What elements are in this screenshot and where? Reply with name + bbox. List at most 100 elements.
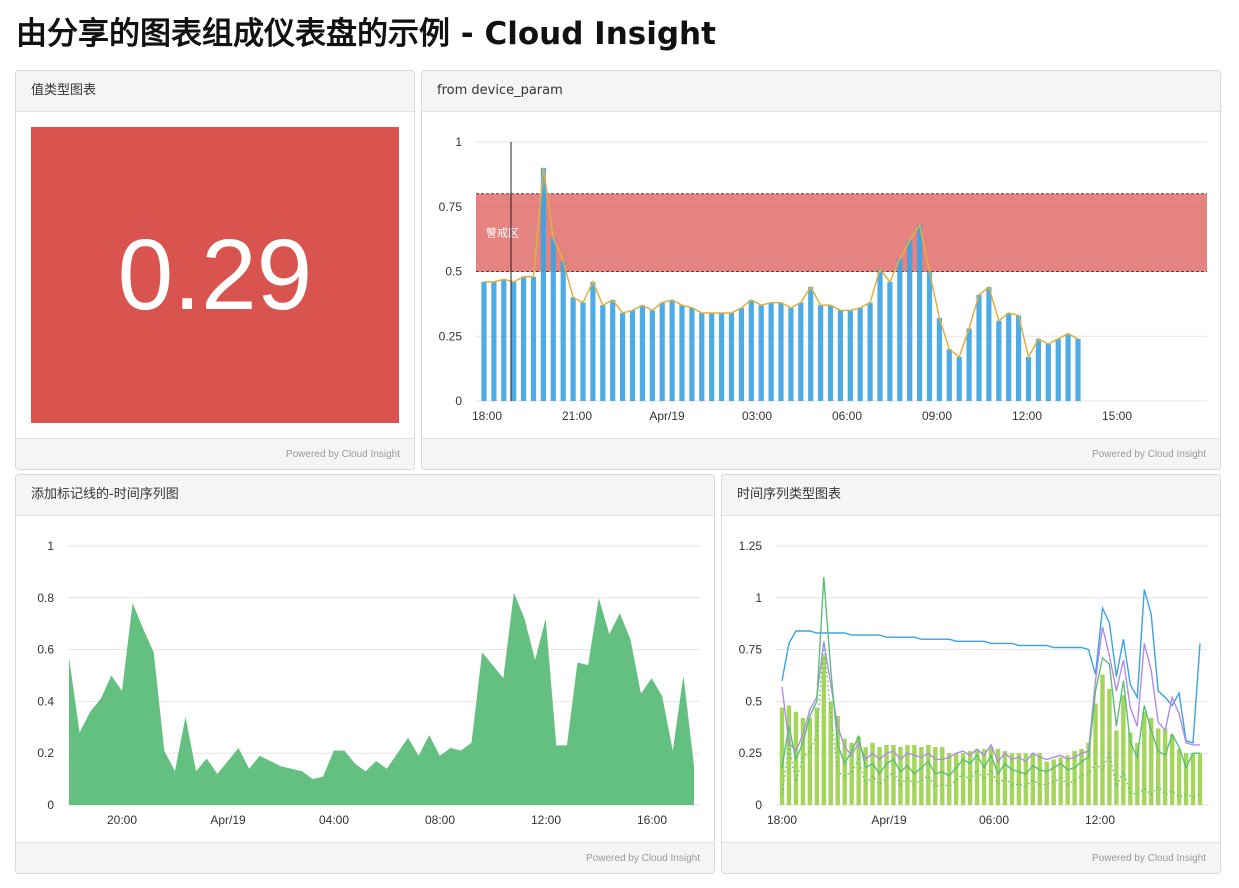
x-tick-label: 12:00 bbox=[531, 813, 561, 827]
bar bbox=[847, 310, 853, 401]
bar bbox=[1079, 749, 1084, 805]
bar bbox=[898, 746, 903, 805]
bar bbox=[639, 305, 645, 401]
bar bbox=[818, 305, 824, 401]
bar bbox=[953, 753, 959, 805]
bar bbox=[877, 746, 882, 805]
bar bbox=[936, 318, 942, 401]
x-tick-label: 09:00 bbox=[922, 409, 952, 423]
bar bbox=[1107, 688, 1112, 805]
panel-title: 值类型图表 bbox=[16, 71, 414, 112]
bar bbox=[709, 312, 715, 401]
bar bbox=[967, 751, 973, 805]
bar bbox=[620, 312, 626, 401]
powered-by-link[interactable]: Powered by Cloud Insight bbox=[422, 438, 1220, 469]
bar bbox=[827, 305, 834, 401]
bar bbox=[1030, 753, 1035, 805]
y-tick-label: 0.25 bbox=[739, 746, 763, 760]
bar bbox=[570, 297, 576, 401]
bar bbox=[511, 281, 517, 401]
bar bbox=[1035, 338, 1041, 401]
bar bbox=[699, 312, 705, 401]
panel-value-chart: 值类型图表 0.29 Powered by Cloud Insight bbox=[15, 70, 415, 470]
bar bbox=[940, 746, 945, 805]
bar bbox=[1016, 753, 1022, 805]
bar bbox=[521, 276, 527, 401]
y-tick-label: 0.75 bbox=[439, 200, 463, 214]
bar bbox=[719, 312, 725, 401]
x-tick-label: 03:00 bbox=[742, 409, 772, 423]
bar bbox=[966, 328, 972, 401]
bar bbox=[550, 237, 556, 401]
bar bbox=[580, 302, 586, 401]
bar bbox=[897, 258, 903, 401]
bar bbox=[1169, 734, 1175, 805]
bar bbox=[481, 281, 487, 401]
bar bbox=[1045, 344, 1051, 401]
warning-band bbox=[476, 193, 1207, 272]
bar bbox=[1197, 753, 1203, 805]
y-tick-label: 0.2 bbox=[37, 746, 54, 760]
y-tick-label: 0.6 bbox=[37, 643, 54, 657]
bar bbox=[778, 302, 784, 401]
metric-value: 0.29 bbox=[117, 218, 313, 331]
bar bbox=[600, 305, 606, 401]
bar bbox=[986, 287, 992, 401]
area-chart[interactable]: 1 0.8 0.6 0.4 0.2 0 20:00 Apr/19 04:00 08:00 12:00… bbox=[16, 516, 714, 843]
powered-by-link[interactable]: Powered by Cloud Insight bbox=[16, 842, 714, 873]
x-tick-label: 20:00 bbox=[107, 813, 137, 827]
bar bbox=[1065, 333, 1071, 401]
x-tick-label: 12:00 bbox=[1085, 813, 1115, 827]
y-tick-label: 0 bbox=[455, 394, 462, 408]
bar bbox=[1037, 753, 1042, 805]
bar bbox=[501, 279, 507, 401]
x-tick-label: Apr/19 bbox=[871, 813, 907, 827]
bar bbox=[738, 307, 744, 401]
bar bbox=[748, 299, 754, 401]
bar bbox=[933, 746, 938, 805]
panel-title: 添加标记线的-时间序列图 bbox=[16, 475, 714, 516]
bar bbox=[956, 356, 962, 401]
bar bbox=[610, 299, 616, 401]
bar bbox=[857, 307, 863, 401]
bar bbox=[867, 302, 873, 401]
bar bbox=[821, 655, 826, 805]
powered-by-link[interactable]: Powered by Cloud Insight bbox=[16, 438, 414, 469]
powered-by-link[interactable]: Powered by Cloud Insight bbox=[722, 842, 1220, 873]
x-tick-label: 04:00 bbox=[319, 813, 349, 827]
bar bbox=[1100, 674, 1105, 805]
bar bbox=[798, 302, 804, 401]
panel-timeseries-chart: 时间序列类型图表 1.25 1 0.75 0.5 0.25 0 18:00 Apr/19 06:… bbox=[721, 474, 1221, 874]
bar bbox=[1025, 356, 1032, 401]
bar bbox=[649, 310, 655, 401]
x-tick-label: Apr/19 bbox=[649, 409, 685, 423]
bar bbox=[491, 281, 497, 401]
bar bbox=[1093, 703, 1098, 805]
panel-marker-line-chart: 添加标记线的-时间序列图 1 0.8 0.6 0.4 0.2 0 20:00 Apr/19 04… bbox=[15, 474, 715, 874]
y-tick-label: 0.5 bbox=[445, 265, 462, 279]
bar bbox=[679, 305, 685, 401]
area-series bbox=[69, 592, 694, 805]
y-tick-label: 1 bbox=[755, 591, 762, 605]
bar bbox=[768, 302, 774, 401]
multi-series-chart[interactable]: 1.25 1 0.75 0.5 0.25 0 18:00 Apr/19 06:00 12:00 bbox=[722, 516, 1220, 843]
bar bbox=[540, 167, 546, 401]
y-tick-label: 0.8 bbox=[37, 591, 54, 605]
page-title: 由分享的图表组成仪表盘的示例 - Cloud Insight bbox=[16, 16, 716, 52]
bar bbox=[1055, 338, 1061, 401]
y-tick-label: 0.25 bbox=[439, 329, 463, 343]
bar bbox=[560, 261, 566, 401]
y-tick-label: 0.4 bbox=[37, 694, 54, 708]
panel-title: from device_param bbox=[422, 71, 1220, 112]
bar bbox=[1009, 753, 1015, 805]
value-display: 0.29 bbox=[31, 127, 399, 423]
y-tick-label: 0.75 bbox=[739, 643, 763, 657]
bar-chart[interactable]: 1 0.75 0.5 0.25 0 18:00 21:00 Apr/19 03:00 06:00 0… bbox=[422, 112, 1220, 439]
y-tick-label: 1 bbox=[455, 135, 462, 149]
x-tick-label: 08:00 bbox=[425, 813, 455, 827]
bar bbox=[669, 299, 675, 401]
bar bbox=[837, 310, 843, 401]
bar bbox=[1075, 338, 1081, 401]
bar bbox=[926, 271, 933, 401]
bar bbox=[1006, 312, 1012, 401]
